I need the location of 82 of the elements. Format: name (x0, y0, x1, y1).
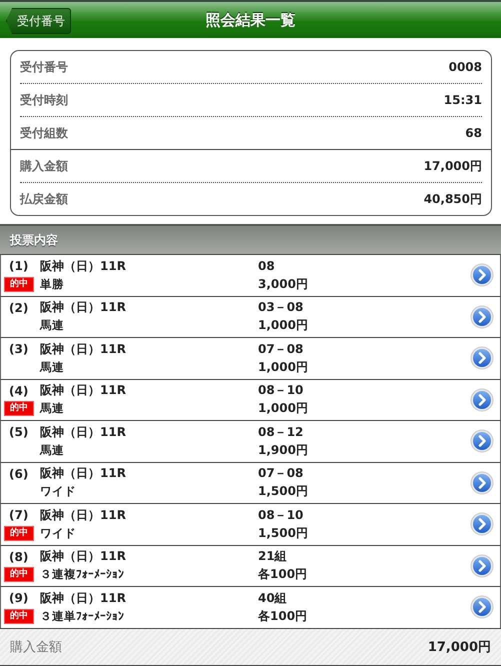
race-name: 阪神（日）11R (40, 548, 127, 566)
field-value: 0008 (448, 60, 482, 74)
bet-type: 馬連 (40, 318, 65, 334)
bet-number: (2) (8, 300, 30, 315)
bet-amount: 各100円 (258, 566, 308, 584)
bet-number: (8) (8, 550, 30, 564)
bet-amount: 1,900円 (258, 442, 309, 459)
bet-selection: 03－08 (258, 299, 304, 316)
bet-type: ３連単ﾌｫｰﾒｰｼｮﾝ (40, 608, 125, 624)
bet-selection: 40組 (258, 590, 288, 607)
total-label: 購入金額 (10, 638, 62, 656)
race-name: 阪神（日）11R (40, 299, 127, 316)
bet-amount: 1,500円 (258, 483, 309, 500)
field-label: 受付組数 (20, 124, 68, 142)
field-value: 68 (465, 126, 482, 140)
race-name: 阪神（日）11R (40, 424, 127, 441)
race-name: 阪神（日）11R (40, 506, 127, 524)
bet-row[interactable]: (5) 阪神（日）11R 馬連 08－12 1,900円 (0, 420, 501, 462)
bet-number: (3) (8, 342, 30, 356)
bet-selection: 08－10 (258, 382, 304, 400)
race-name: 阪神（日）11R (40, 258, 127, 275)
bet-row[interactable]: (2) 阪神（日）11R 馬連 03－08 1,000円 (0, 296, 501, 337)
field-label: 払戻金額 (20, 190, 68, 208)
race-name: 阪神（日）11R (40, 590, 127, 607)
field-value: 17,000円 (424, 158, 482, 174)
bet-row[interactable]: (4) 的中 阪神（日）11R 馬連 08－10 1,000円 (0, 378, 501, 420)
page-title: 照会結果一覧 (206, 10, 296, 30)
bet-selection: 08－10 (258, 506, 304, 524)
hit-badge: 的中 (4, 526, 34, 541)
bet-amount: 1,000円 (258, 400, 309, 418)
bet-type: 馬連 (40, 360, 65, 375)
race-name: 阪神（日）11R (40, 465, 127, 482)
bet-number: (9) (8, 591, 30, 606)
bet-selection: 08－12 (258, 424, 304, 441)
bet-amount: 各100円 (258, 608, 308, 625)
bet-amount: 1,000円 (258, 358, 309, 376)
bet-selection: 07－08 (258, 340, 304, 358)
bet-selection: 21組 (258, 548, 288, 566)
bet-selection: 07－08 (258, 465, 304, 482)
chevron-right-icon[interactable] (470, 346, 494, 370)
field-label: 購入金額 (20, 158, 68, 174)
chevron-right-icon[interactable] (470, 304, 494, 329)
race-name: 阪神（日）11R (40, 382, 127, 400)
bet-number: (5) (8, 425, 30, 440)
chevron-right-icon[interactable] (470, 388, 494, 412)
bet-type: 馬連 (40, 442, 65, 458)
hit-badge: 的中 (4, 401, 34, 416)
bet-selection: 08 (258, 259, 276, 274)
bet-type: ワイド (40, 484, 77, 500)
back-button[interactable]: 受付番号 (6, 8, 71, 34)
bet-type: ワイド (40, 526, 77, 541)
hit-badge: 的中 (4, 567, 34, 582)
section-heading: 投票内容 (0, 224, 501, 254)
bet-amount: 3,000円 (258, 276, 309, 293)
total-value: 17,000円 (428, 638, 491, 656)
field-label: 受付時刻 (20, 92, 68, 108)
bet-row[interactable]: (7) 的中 阪神（日）11R ワイド 08－10 1,500円 (0, 503, 501, 544)
bet-row[interactable]: (8) 的中 阪神（日）11R ３連複ﾌｫｰﾒｰｼｮﾝ 21組 各100円 (0, 544, 501, 586)
chevron-right-icon[interactable] (470, 554, 494, 578)
bet-type: 馬連 (40, 401, 65, 416)
race-name: 阪神（日）11R (40, 340, 127, 358)
chevron-right-icon[interactable] (470, 263, 494, 288)
hit-badge: 的中 (4, 608, 34, 624)
chevron-right-icon[interactable] (470, 429, 494, 454)
chevron-right-icon[interactable] (470, 512, 494, 536)
chevron-right-icon[interactable] (470, 470, 494, 495)
field-value: 40,850円 (424, 190, 482, 208)
bet-number: (4) (8, 384, 30, 398)
field-label: 受付番号 (20, 58, 68, 76)
bet-type: ３連複ﾌｫｰﾒｰｼｮﾝ (40, 567, 125, 582)
bet-amount: 1,000円 (258, 317, 309, 334)
bet-amount: 1,500円 (258, 524, 309, 542)
bet-number: (6) (8, 466, 30, 481)
chevron-right-icon[interactable] (470, 595, 494, 620)
bet-number: (7) (8, 508, 30, 522)
bet-number: (1) (8, 259, 30, 274)
field-value: 15:31 (444, 93, 482, 107)
hit-badge: 的中 (4, 276, 34, 292)
bet-type: 単勝 (40, 276, 65, 292)
bet-row[interactable]: (3) 阪神（日）11R 馬連 07－08 1,000円 (0, 337, 501, 378)
bet-row[interactable]: (1) 的中 阪神（日）11R 単勝 08 3,000円 (0, 254, 501, 296)
bet-row[interactable]: (6) 阪神（日）11R ワイド 07－08 1,500円 (0, 462, 501, 503)
